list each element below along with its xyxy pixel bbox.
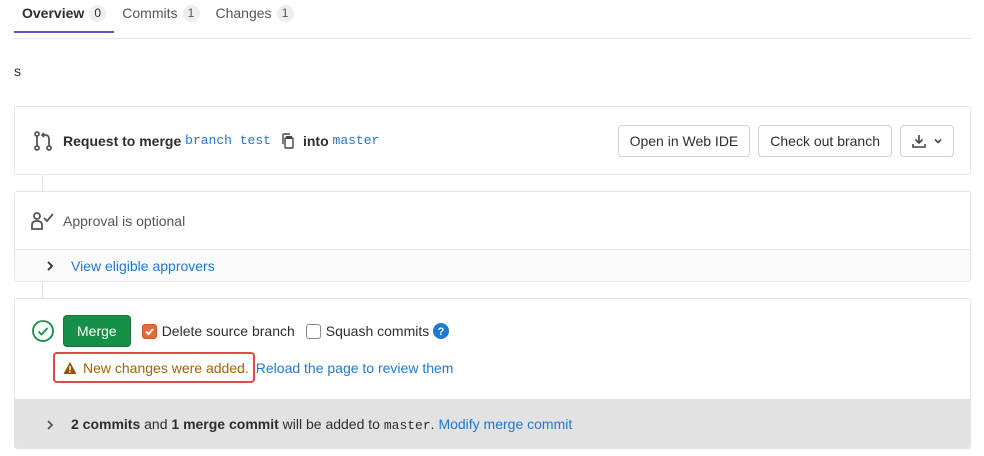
source-branch-link[interactable]: branch test — [185, 133, 271, 148]
copy-branch-icon[interactable] — [281, 132, 295, 149]
view-eligible-approvers-link[interactable]: View eligible approvers — [71, 258, 215, 274]
chevron-down-icon — [933, 136, 943, 146]
status-success-icon — [31, 319, 55, 343]
approval-label: Approval is optional — [63, 212, 186, 229]
mr-description: s — [14, 63, 21, 79]
chevron-right-icon — [43, 418, 57, 432]
new-changes-warning: New changes were added. — [53, 352, 255, 383]
chevron-right-icon — [43, 259, 57, 273]
new-changes-warning-row: New changes were added. Reload the page … — [53, 352, 453, 383]
delete-source-branch-checkbox[interactable]: Delete source branch — [141, 323, 295, 339]
merge-commit-count: 1 merge commit — [171, 416, 279, 432]
into-label: into — [302, 132, 329, 149]
will-be-added-text: will be added to — [282, 416, 380, 432]
tab-overview-count: 0 — [89, 4, 107, 22]
tab-changes-count: 1 — [276, 4, 294, 22]
approval-user-check-icon — [31, 210, 57, 232]
tab-commits-label: Commits — [122, 5, 178, 21]
reload-page-link[interactable]: Reload the page to review them — [256, 360, 454, 376]
commits-count: 2 commits — [71, 416, 141, 432]
download-icon — [911, 133, 927, 149]
target-branch-name: master — [383, 418, 431, 433]
open-web-ide-button[interactable]: Open in Web IDE — [617, 124, 751, 157]
tab-overview[interactable]: Overview 0 — [14, 0, 115, 33]
modify-merge-commit-link[interactable]: Modify merge commit — [438, 416, 572, 432]
tab-commits-count: 1 — [182, 4, 200, 22]
tab-changes-label: Changes — [215, 5, 272, 21]
checkbox-checked-icon[interactable] — [141, 323, 157, 339]
commits-summary-text: 2 commits and 1 merge commit will be add… — [71, 416, 572, 433]
merge-request-icon — [31, 129, 55, 153]
commits-summary-bar[interactable]: 2 commits and 1 merge commit will be add… — [15, 399, 970, 448]
approval-status-row: Approval is optional — [15, 192, 970, 249]
squash-commits-label: Squash commits — [325, 323, 430, 339]
warning-icon — [63, 361, 77, 375]
view-approvers-row[interactable]: View eligible approvers — [15, 249, 970, 281]
widget-connector-2 — [42, 282, 43, 298]
question-help-icon[interactable]: ? — [433, 323, 450, 339]
merge-request-actions: Open in Web IDE Check out branch — [617, 124, 954, 157]
target-branch-link[interactable]: master — [333, 133, 380, 148]
widget-connector — [42, 175, 43, 191]
request-to-merge-label: Request to merge — [63, 132, 182, 149]
and-text: and — [144, 416, 168, 432]
merge-section: Merge Delete source branch Squash commit… — [14, 298, 971, 449]
merge-request-widget-header: Request to merge branch test into master… — [14, 106, 971, 175]
tab-commits[interactable]: Commits 1 — [114, 0, 207, 32]
svg-text:?: ? — [438, 326, 445, 338]
check-out-branch-button[interactable]: Check out branch — [758, 124, 892, 157]
download-dropdown-button[interactable] — [900, 124, 954, 157]
merge-actions-row: Merge Delete source branch Squash commit… — [31, 315, 450, 347]
merge-request-page: Overview 0 Commits 1 Changes 1 s Request… — [0, 0, 984, 456]
period: . — [430, 416, 435, 432]
squash-commits-checkbox[interactable]: Squash commits ? — [305, 323, 450, 339]
merge-request-summary: Request to merge branch test into master — [63, 133, 379, 149]
mr-tabs: Overview 0 Commits 1 Changes 1 — [14, 0, 972, 39]
tab-changes[interactable]: Changes 1 — [208, 0, 302, 32]
delete-source-branch-label: Delete source branch — [161, 323, 295, 339]
approval-section: Approval is optional View eligible appro… — [14, 191, 971, 282]
merge-button[interactable]: Merge — [63, 315, 131, 347]
tab-overview-label: Overview — [22, 5, 85, 21]
new-changes-text: New changes were added. — [83, 359, 249, 376]
checkbox-unchecked-icon[interactable] — [305, 323, 321, 339]
